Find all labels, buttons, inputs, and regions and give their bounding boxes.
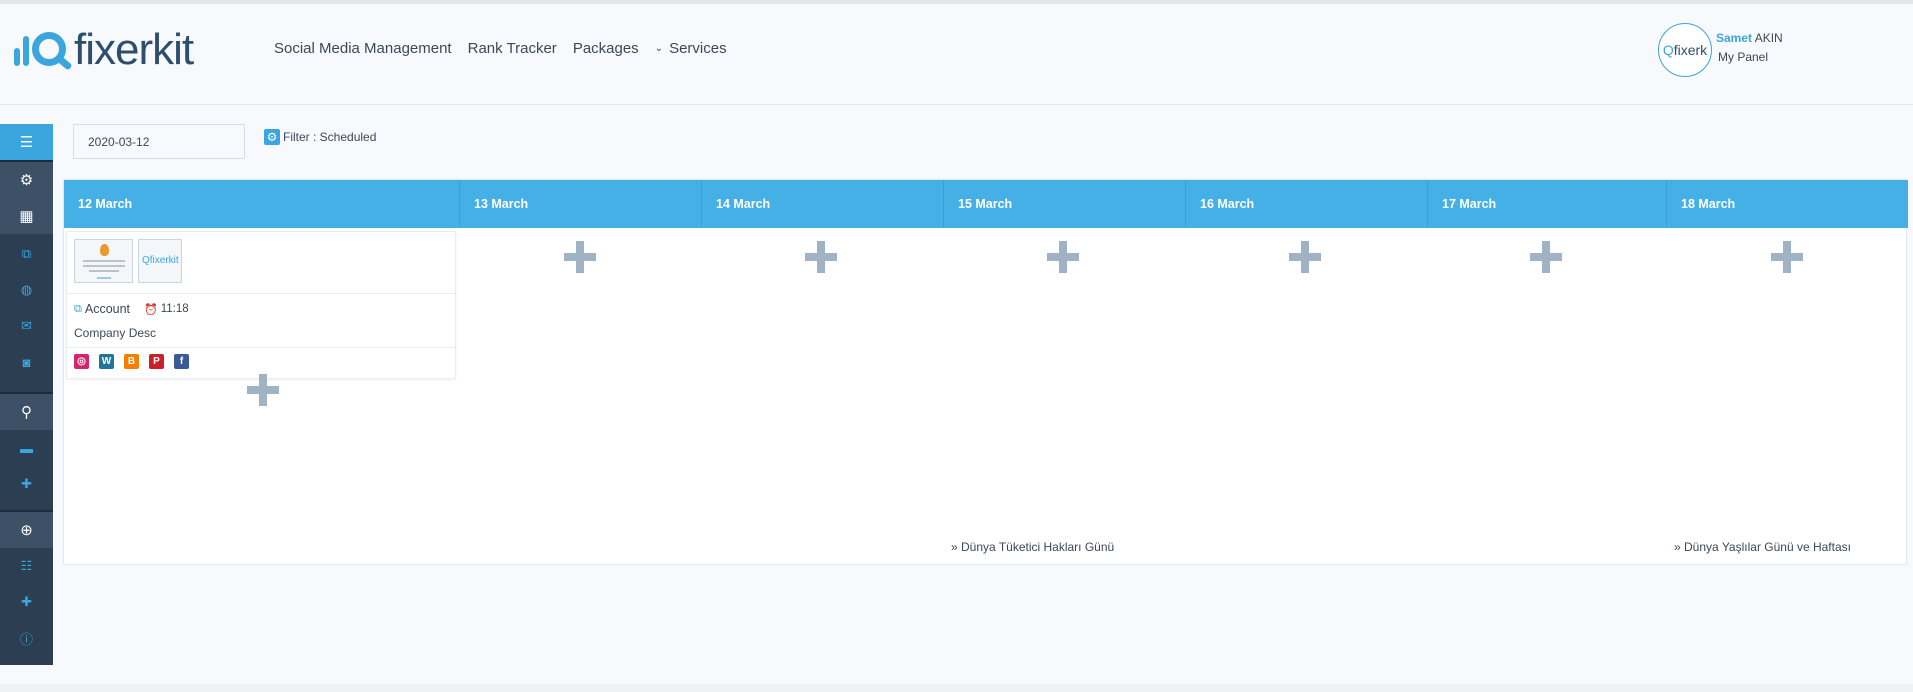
sidebar-item-folder[interactable]: ▬ [0, 430, 53, 466]
nav-services[interactable]: ⌄ Services [655, 40, 727, 57]
add-post-button[interactable] [805, 241, 837, 273]
post-image-thumbnail[interactable] [74, 239, 133, 283]
avatar[interactable]: Qfixerk [1658, 23, 1712, 77]
post-logo-thumbnail[interactable]: Qfixerkit [138, 239, 182, 283]
grid-icon: ▦ [19, 208, 34, 225]
top-header: fixerkit Social Media Management Rank Tr… [0, 4, 1913, 105]
post-time-value: 11:18 [160, 303, 189, 315]
folder-icon: ▬ [20, 440, 33, 456]
date-input[interactable] [73, 124, 245, 159]
avatar-text: Qfixerk [1662, 42, 1708, 58]
post-account: Account [84, 302, 131, 316]
footer-bar [0, 684, 1913, 692]
add-post-button[interactable] [1289, 241, 1321, 273]
calendar-event[interactable]: » Dünya Yaşlılar Günü ve Haftası [1674, 540, 1851, 554]
sidebar-item-settings[interactable]: ⚙ [0, 162, 53, 198]
plus-icon: ✚ [21, 594, 32, 609]
nav-rank-tracker[interactable]: Rank Tracker [468, 40, 557, 57]
sidebar: ☰ ⚙ ▦ ⧉ ◍ ✉ ◙ ⚲ ▬ ✚ ⊕ ☷ ✚ ⓘ [0, 124, 53, 665]
mini-logo: Qfixerkit [142, 255, 179, 266]
globe-icon: ◍ [20, 282, 33, 297]
add-post-button[interactable] [1530, 241, 1562, 273]
rss-icon: ◙ [22, 354, 31, 370]
main-nav: Social Media Management Rank Tracker Pac… [274, 40, 743, 57]
day-header: 12 March [64, 180, 460, 228]
calendar-event[interactable]: » Dünya Tüketici Hakları Günü [951, 540, 1114, 554]
sidebar-item-mail[interactable]: ✉ [0, 308, 53, 344]
filter-label: Filter : Scheduled [283, 130, 377, 144]
lifebuoy-icon: ⊕ [20, 522, 33, 539]
scheduled-post-card[interactable]: Qfixerkit ⧉ Account ⏰ 11:18 Company Desc… [66, 231, 456, 379]
post-meta: ⧉ Account ⏰ 11:18 [74, 302, 189, 316]
sidebar-item-add-2[interactable]: ✚ [0, 584, 53, 620]
nav-services-label: Services [669, 40, 727, 57]
sitemap-icon: ⧉ [21, 246, 32, 261]
sliders-icon: ☰ [19, 134, 34, 151]
add-post-button[interactable] [1771, 241, 1803, 273]
user-menu[interactable]: Qfixerk Samet AKIN My Panel [1658, 23, 1898, 79]
chevron-down-icon: ⌄ [654, 43, 664, 54]
sidebar-item-add[interactable]: ✚ [0, 466, 53, 502]
logo-text: fixerkit [74, 25, 194, 74]
pinterest-icon[interactable]: P [149, 354, 164, 369]
sidebar-item-support[interactable]: ⊕ [0, 512, 53, 548]
nav-social-media-management[interactable]: Social Media Management [274, 40, 452, 57]
info-icon: ⓘ [19, 631, 33, 647]
instagram-icon[interactable]: ◎ [74, 354, 89, 369]
sidebar-item-list[interactable]: ☷ [0, 548, 53, 584]
add-post-button[interactable] [1047, 241, 1079, 273]
day-header: 17 March [1428, 180, 1667, 228]
day-header: 18 March [1681, 197, 1736, 211]
search-icon: ⚲ [21, 404, 32, 421]
sidebar-item-search[interactable]: ⚲ [0, 394, 53, 430]
blogger-icon[interactable]: B [124, 354, 139, 369]
sidebar-item-accounts[interactable]: ⧉ [0, 236, 53, 272]
facebook-icon[interactable]: f [174, 354, 189, 369]
mail-icon: ✉ [21, 318, 32, 333]
sidebar-toggle[interactable]: ☰ [0, 124, 53, 160]
my-panel-link[interactable]: My Panel [1718, 50, 1768, 64]
sidebar-item-rss[interactable]: ◙ [0, 344, 53, 380]
user-name: Samet AKIN [1716, 31, 1783, 45]
day-header: 13 March [460, 180, 702, 228]
sidebar-item-web[interactable]: ◍ [0, 272, 53, 308]
logo-mark-icon [14, 24, 73, 76]
day-header: 15 March [944, 180, 1186, 228]
list-icon: ☷ [20, 558, 33, 573]
post-description: Company Desc [74, 326, 157, 340]
sidebar-item-info[interactable]: ⓘ [0, 620, 53, 656]
add-post-button[interactable] [247, 374, 279, 406]
gear-icon: ⚙ [264, 129, 280, 145]
nav-packages[interactable]: Packages [573, 40, 639, 57]
day-header: 14 March [702, 180, 944, 228]
sidebar-item-dashboard[interactable]: ▦ [0, 198, 53, 234]
user-first-name: Samet [1716, 31, 1753, 45]
post-time: ⏰ 11:18 [144, 303, 189, 316]
calendar-week: 12 March 13 March 14 March 15 March 16 M… [63, 179, 1908, 565]
plus-icon: ✚ [21, 476, 32, 491]
add-post-button[interactable] [564, 241, 596, 273]
gear-icon: ⚙ [19, 172, 34, 189]
wordpress-icon[interactable]: W [99, 354, 114, 369]
day-header: 16 March [1186, 180, 1428, 228]
filter-button[interactable]: ⚙ Filter : Scheduled [264, 129, 376, 145]
calendar-header: 12 March 13 March 14 March 15 March 16 M… [64, 180, 1908, 228]
alarm-clock-icon: ⏰ [144, 303, 158, 316]
nav-packages-label: Packages [572, 40, 639, 57]
brand-logo[interactable]: fixerkit [14, 20, 194, 76]
sitemap-icon: ⧉ [74, 302, 82, 315]
user-last-name: AKIN [1754, 31, 1783, 45]
